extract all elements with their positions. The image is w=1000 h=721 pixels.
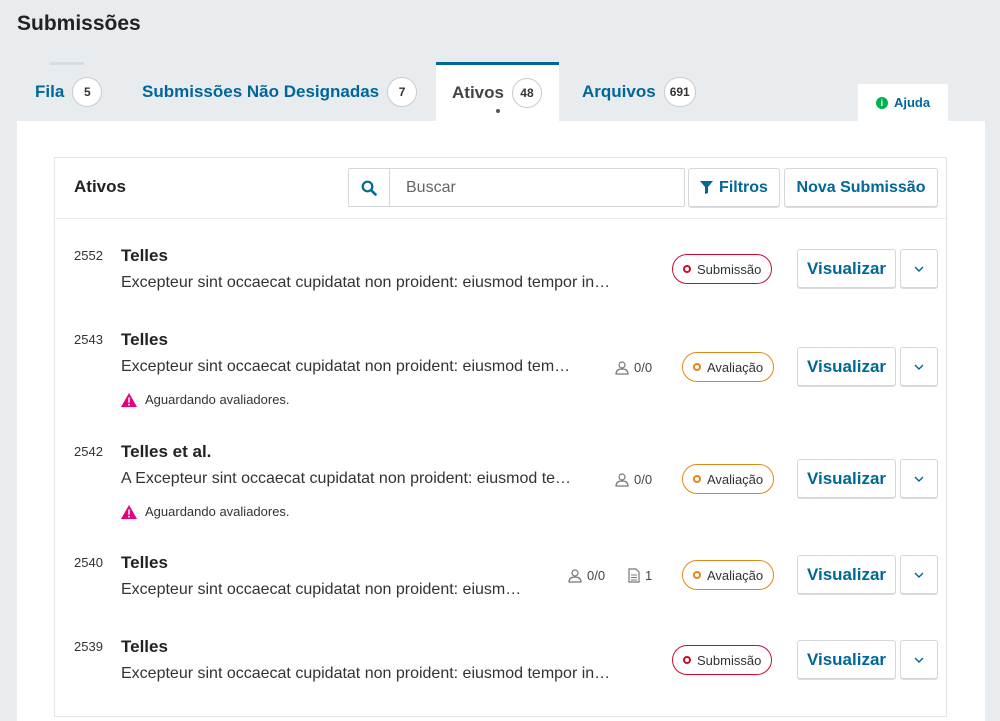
list-header: Ativos Filtros Nova Submissão	[55, 158, 946, 219]
submissions-list-panel: Ativos Filtros Nova Submissão 2552 Telle…	[54, 157, 947, 717]
chevron-down-icon	[914, 657, 924, 663]
tab-archives[interactable]: Arquivos 691	[582, 62, 696, 121]
tab-label: Fila	[35, 81, 65, 101]
warning-icon	[121, 504, 137, 519]
submission-title[interactable]: Excepteur sint occaecat cupidatat non pr…	[121, 274, 610, 292]
chevron-down-icon	[914, 572, 924, 578]
submission-author[interactable]: Telles	[121, 637, 168, 657]
stage-badge: Avaliação	[682, 464, 775, 494]
tab-queue[interactable]: Fila 5	[35, 62, 103, 121]
search-box	[348, 168, 685, 207]
view-label: Visualizar	[806, 564, 887, 584]
warning-text: Aguardando avaliadores.	[145, 392, 290, 407]
tab-count-badge: 691	[663, 76, 696, 107]
tab-label: Arquivos	[582, 81, 656, 101]
submission-id: 2540	[74, 555, 103, 570]
stage-badge: Submissão	[672, 645, 773, 675]
reviewers-value: 0/0	[587, 568, 606, 583]
submission-id: 2539	[74, 639, 103, 654]
stage-badge: Submissão	[672, 254, 773, 284]
search-icon[interactable]	[349, 169, 390, 206]
chevron-down-icon	[914, 266, 924, 272]
view-button[interactable]: Visualizar	[797, 347, 896, 386]
expand-button[interactable]	[900, 249, 938, 288]
reviewers-count: 0/0	[615, 360, 652, 375]
stage-label: Avaliação	[707, 359, 764, 375]
expand-button[interactable]	[900, 347, 938, 386]
submission-author[interactable]: Telles	[121, 330, 168, 350]
user-icon	[615, 360, 629, 375]
submission-author[interactable]: Telles	[121, 246, 168, 266]
view-label: Visualizar	[806, 649, 887, 669]
submission-author[interactable]: Telles	[121, 553, 168, 573]
info-icon: i	[875, 96, 888, 109]
stage-ring-icon	[693, 571, 701, 579]
warning-message: Aguardando avaliadores.	[121, 504, 290, 519]
active-tab-dot	[495, 109, 500, 113]
view-label: Visualizar	[806, 468, 887, 488]
view-label: Visualizar	[806, 356, 887, 376]
tab-label: Submissões Não Designadas	[142, 81, 380, 101]
stage-ring-icon	[683, 265, 691, 273]
filters-button[interactable]: Filtros	[688, 168, 780, 207]
submission-author[interactable]: Telles et al.	[121, 442, 211, 462]
chevron-down-icon	[914, 364, 924, 370]
tab-label: Ativos	[452, 83, 504, 102]
tab-count-badge: 48	[511, 78, 542, 108]
submission-title[interactable]: Excepteur sint occaecat cupidatat non pr…	[121, 665, 610, 683]
search-input[interactable]	[390, 169, 684, 206]
reviewers-value: 0/0	[634, 360, 653, 375]
stage-ring-icon	[693, 475, 701, 483]
help-label: Ajuda	[893, 95, 931, 110]
submission-title[interactable]: A Excepteur sint occaecat cupidatat non …	[121, 470, 571, 488]
filters-label: Filtros	[719, 178, 768, 196]
view-label: Visualizar	[806, 258, 887, 278]
files-count: 1	[628, 568, 652, 583]
expand-button[interactable]	[900, 459, 938, 498]
stage-label: Avaliação	[707, 567, 764, 583]
warning-text: Aguardando avaliadores.	[145, 504, 290, 519]
expand-button[interactable]	[900, 640, 938, 679]
warning-icon	[121, 392, 137, 407]
stage-badge: Avaliação	[682, 352, 775, 382]
view-button[interactable]: Visualizar	[797, 555, 896, 594]
tab-count-badge: 7	[387, 76, 418, 107]
view-button[interactable]: Visualizar	[797, 459, 896, 498]
expand-button[interactable]	[900, 555, 938, 594]
reviewers-count: 0/0	[615, 472, 652, 487]
new-submission-button[interactable]: Nova Submissão	[784, 168, 938, 207]
stage-label: Avaliação	[707, 471, 764, 487]
stage-badge: Avaliação	[682, 560, 775, 590]
stage-ring-icon	[693, 363, 701, 371]
reviewers-count: 0/0	[568, 568, 605, 583]
submission-id: 2542	[74, 444, 103, 459]
file-icon	[628, 568, 640, 583]
submission-title[interactable]: Excepteur sint occaecat cupidatat non pr…	[121, 358, 570, 376]
stage-label: Submissão	[697, 261, 762, 277]
user-icon	[615, 472, 629, 487]
stage-label: Submissão	[697, 652, 762, 668]
tab-count-badge: 5	[72, 76, 103, 107]
list-title: Ativos	[74, 177, 126, 196]
user-icon	[568, 568, 582, 583]
view-button[interactable]: Visualizar	[797, 640, 896, 679]
view-button[interactable]: Visualizar	[797, 249, 896, 288]
chevron-down-icon	[914, 476, 924, 482]
files-value: 1	[645, 568, 653, 583]
warning-message: Aguardando avaliadores.	[121, 392, 290, 407]
submission-id: 2543	[74, 332, 103, 347]
tab-unassigned[interactable]: Submissões Não Designadas 7	[142, 62, 418, 121]
new-submission-label: Nova Submissão	[796, 178, 926, 196]
submission-title[interactable]: Excepteur sint occaecat cupidatat non pr…	[121, 581, 521, 599]
help-button[interactable]: i Ajuda	[858, 84, 948, 121]
tab-active[interactable]: Ativos 48	[436, 62, 559, 121]
page-title: Submissões	[17, 12, 141, 35]
submission-id: 2552	[74, 248, 103, 263]
stage-ring-icon	[683, 656, 691, 664]
filter-icon	[700, 181, 714, 194]
reviewers-value: 0/0	[634, 472, 653, 487]
